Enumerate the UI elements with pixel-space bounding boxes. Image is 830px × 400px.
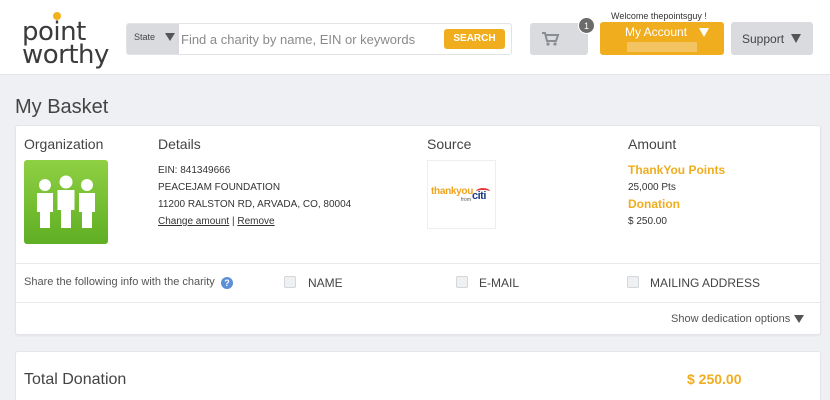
- caret-down-icon: [699, 28, 709, 37]
- share-name-label: NAME: [308, 276, 343, 290]
- thankyou-logo-from: from: [461, 197, 471, 203]
- total-donation-amount: $ 250.00: [687, 371, 742, 387]
- charity-ein: EIN: 841349666: [158, 165, 231, 176]
- shopping-cart-icon: [542, 32, 560, 46]
- share-email-label: E-MAIL: [479, 276, 520, 290]
- charity-address: 11200 RALSTON RD, ARVADA, CO, 80004: [158, 199, 352, 210]
- caret-down-icon: [165, 33, 175, 41]
- donation-label: Donation: [628, 197, 680, 211]
- citi-logo-text: citi: [472, 190, 486, 202]
- share-email-checkbox[interactable]: [456, 276, 468, 288]
- column-header-amount: Amount: [628, 136, 677, 152]
- remove-link[interactable]: Remove: [237, 216, 274, 227]
- organization-people-icon: [24, 160, 108, 244]
- points-value: 25,000 Pts: [628, 182, 676, 193]
- share-mailing-address-label: MAILING ADDRESS: [650, 276, 761, 290]
- my-account-button[interactable]: My Account: [600, 22, 724, 55]
- search-button[interactable]: SEARCH: [444, 29, 505, 49]
- support-label: Support: [742, 32, 785, 46]
- charity-name: PEACEJAM FOUNDATION: [158, 182, 281, 193]
- basket-card: Organization Details Source Amount EIN: …: [15, 125, 821, 335]
- pointworthy-logo[interactable]: point worthy: [22, 10, 117, 68]
- page-title: My Basket: [15, 96, 109, 118]
- share-info-label: Share the following info with the charit…: [24, 276, 215, 288]
- change-amount-link[interactable]: Change amount: [158, 216, 229, 227]
- show-dedication-options-toggle[interactable]: Show dedication options: [671, 313, 804, 325]
- action-separator: |: [231, 216, 235, 227]
- total-donation-label: Total Donation: [24, 371, 127, 388]
- thankyou-logo-text: thankyou: [431, 186, 474, 197]
- charity-details: EIN: 841349666 PEACEJAM FOUNDATION 11200…: [158, 162, 351, 230]
- dedication-label: Show dedication options: [671, 313, 791, 325]
- column-header-source: Source: [427, 136, 472, 152]
- search-input[interactable]: [181, 27, 441, 51]
- divider: [16, 263, 820, 264]
- points-label: ThankYou Points: [628, 163, 726, 177]
- share-name-checkbox[interactable]: [284, 276, 296, 288]
- details-actions: Change amount | Remove: [158, 213, 351, 230]
- state-dropdown-label: State: [134, 32, 156, 42]
- column-header-organization: Organization: [24, 136, 104, 152]
- thankyou-citi-logo: thankyou from citi: [427, 160, 496, 229]
- donation-value: $ 250.00: [628, 216, 667, 227]
- welcome-text: Welcome thepointsguy !: [611, 11, 707, 21]
- account-redacted-bar: [627, 42, 697, 52]
- state-dropdown[interactable]: State: [127, 24, 179, 54]
- cart-count-badge: 1: [578, 17, 595, 34]
- support-button[interactable]: Support: [731, 22, 813, 55]
- logo-line-2: worthy: [22, 40, 109, 70]
- divider: [16, 302, 820, 303]
- search-bar: State SEARCH: [126, 23, 512, 55]
- my-account-label: My Account: [625, 25, 688, 39]
- info-icon[interactable]: ?: [221, 277, 233, 289]
- share-mailing-address-checkbox[interactable]: [627, 276, 639, 288]
- site-header: point worthy State SEARCH 1 Welcome thep…: [0, 0, 830, 75]
- caret-down-icon: [794, 315, 804, 323]
- amount-details: ThankYou Points 25,000 Pts Donation $ 25…: [628, 162, 725, 230]
- caret-down-icon: [791, 34, 801, 43]
- total-donation-card: Total Donation $ 250.00: [15, 351, 821, 400]
- column-header-details: Details: [158, 136, 201, 152]
